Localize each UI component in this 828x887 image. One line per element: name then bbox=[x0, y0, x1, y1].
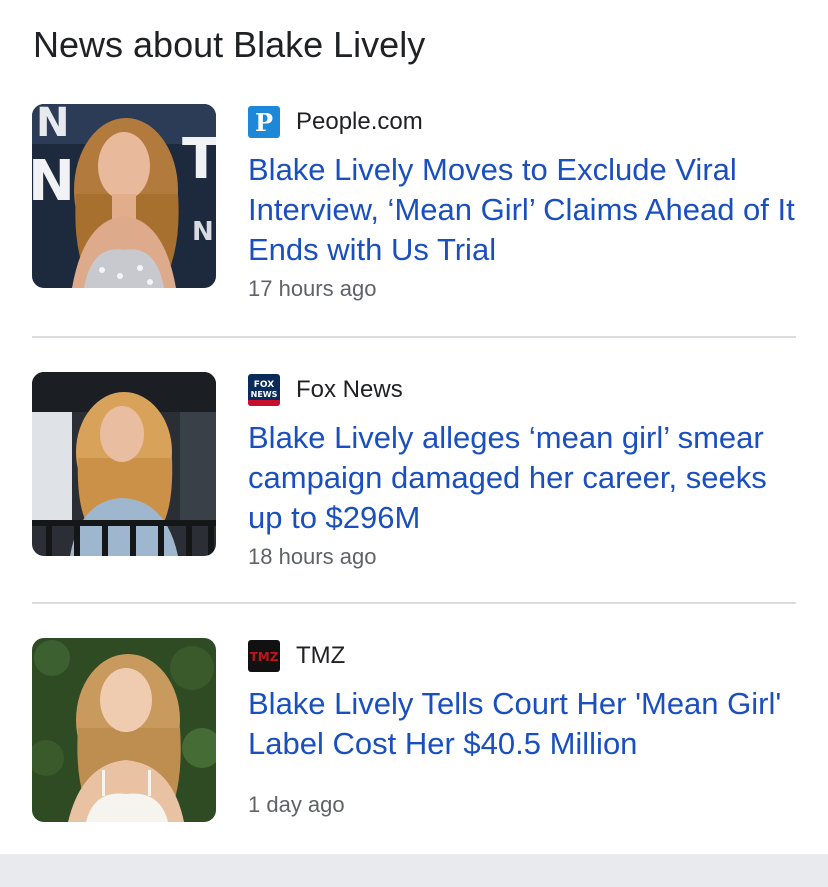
news-article-card[interactable]: TMZ TMZ Blake Lively Tells Court Her 'Me… bbox=[0, 634, 828, 844]
article-thumbnail[interactable] bbox=[32, 372, 216, 556]
article-headline-link[interactable]: Blake Lively alleges ‘mean girl’ smear c… bbox=[248, 418, 808, 538]
section-bottom-divider bbox=[0, 854, 828, 887]
article-source[interactable]: P People.com bbox=[248, 106, 423, 138]
news-article-card[interactable]: N NI T N P People.com Blake Lively Moves… bbox=[0, 100, 828, 336]
news-panel: News about Blake Lively N NI T N P Peopl… bbox=[0, 0, 828, 854]
source-name: TMZ bbox=[296, 642, 346, 669]
svg-text:NEWS: NEWS bbox=[251, 390, 278, 399]
svg-text:FOX: FOX bbox=[254, 380, 274, 390]
article-source[interactable]: FOX NEWS Fox News bbox=[248, 374, 403, 406]
blake-lively-red-carpet-photo: N NI T N bbox=[32, 104, 216, 288]
article-divider bbox=[32, 336, 796, 338]
article-timestamp: 17 hours ago bbox=[248, 276, 377, 301]
source-name: Fox News bbox=[296, 376, 403, 403]
article-headline-link[interactable]: Blake Lively Moves to Exclude Viral Inte… bbox=[248, 150, 808, 270]
article-thumbnail[interactable]: N NI T N bbox=[32, 104, 216, 288]
article-headline-link[interactable]: Blake Lively Tells Court Her 'Mean Girl'… bbox=[248, 684, 808, 764]
article-timestamp: 18 hours ago bbox=[248, 544, 377, 569]
svg-text:N: N bbox=[192, 217, 214, 247]
blake-lively-street-photo bbox=[32, 372, 216, 556]
article-source[interactable]: TMZ TMZ bbox=[248, 640, 345, 672]
fox-news-logo-icon: FOX NEWS bbox=[248, 374, 280, 406]
article-timestamp: 1 day ago bbox=[248, 792, 345, 817]
svg-text:P: P bbox=[255, 108, 273, 137]
svg-text:TMZ: TMZ bbox=[250, 650, 279, 664]
people-logo-icon: P bbox=[248, 106, 280, 138]
source-name: People.com bbox=[296, 108, 423, 135]
blake-lively-garden-photo bbox=[32, 638, 216, 822]
tmz-logo-icon: TMZ bbox=[248, 640, 280, 672]
article-thumbnail[interactable] bbox=[32, 638, 216, 822]
news-article-card[interactable]: FOX NEWS Fox News Blake Lively alleges ‘… bbox=[0, 368, 828, 604]
svg-text:N: N bbox=[36, 104, 69, 146]
section-title: News about Blake Lively bbox=[33, 24, 426, 65]
article-divider bbox=[32, 602, 796, 604]
svg-text:T: T bbox=[182, 127, 216, 192]
